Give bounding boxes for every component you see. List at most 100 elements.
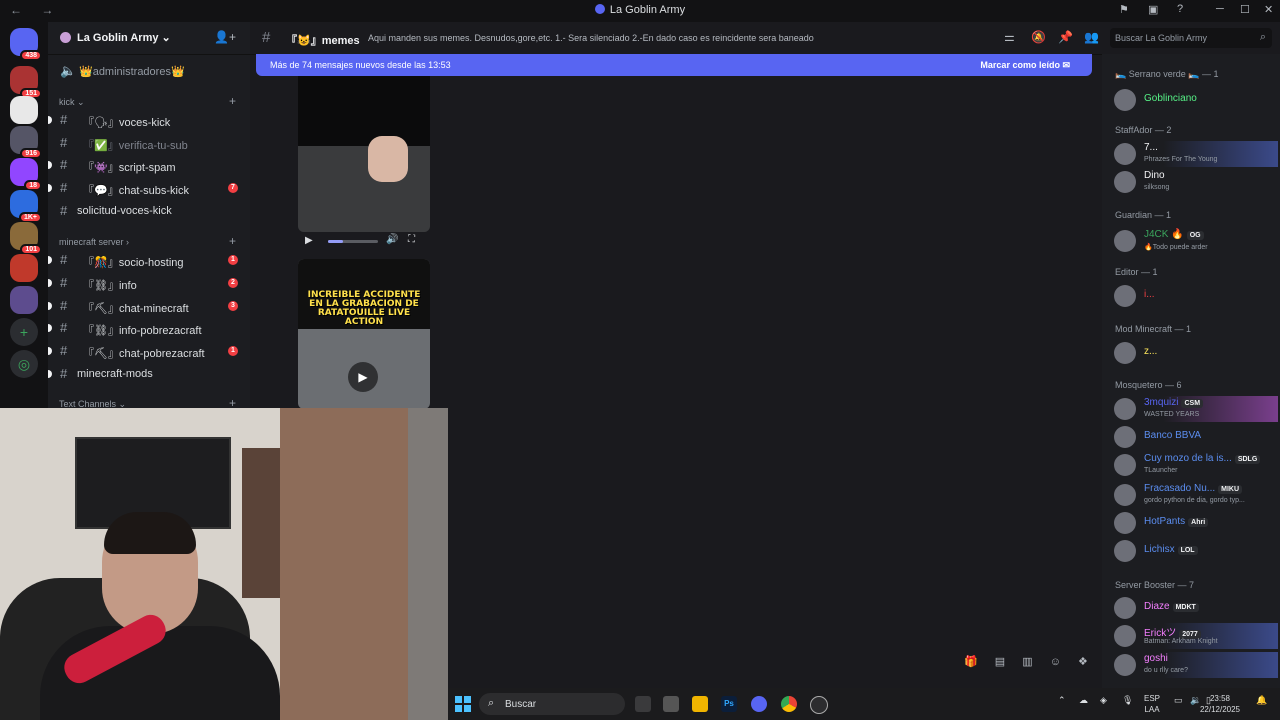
avatar: [1114, 171, 1136, 193]
member-item[interactable]: Banco BBVA: [1114, 424, 1278, 450]
webcam-overlay: [0, 408, 448, 720]
maximize-button[interactable]: ☐: [1240, 3, 1250, 16]
screen-icon[interactable]: ▣: [1148, 3, 1158, 16]
member-item[interactable]: HotPants Ahri: [1114, 510, 1278, 536]
channel-topic[interactable]: Aqui manden sus memes. Desnudos,gore,etc…: [368, 33, 814, 43]
member-list-icon[interactable]: 👥: [1084, 30, 1099, 44]
windows-start-icon[interactable]: [455, 696, 471, 712]
channel-item[interactable]: # 『⛓』info-pobrezacraft: [48, 318, 250, 338]
composer-toolbar: 🎁 ▤ ▥ ☺ ❖: [964, 655, 1102, 668]
member-item[interactable]: Diaze MDKT: [1114, 595, 1278, 621]
minimize-button[interactable]: ─: [1216, 3, 1224, 15]
unread-indicator: [48, 256, 52, 264]
discover-icon[interactable]: ◎: [10, 350, 38, 378]
sticker-icon[interactable]: ▥: [1022, 656, 1032, 668]
play-icon[interactable]: ▶: [305, 235, 313, 246]
help-icon[interactable]: ?: [1177, 3, 1183, 15]
member-name: Fracasado Nu...: [1144, 483, 1216, 494]
server-icon-5[interactable]: 1K+: [10, 190, 42, 223]
server-search-input[interactable]: Buscar La Goblin Army ⌕: [1110, 28, 1272, 48]
discord-icon[interactable]: [751, 696, 767, 712]
channel-header: # 『😺』memes Aqui manden sus memes. Desnud…: [250, 22, 1102, 55]
server-icon-3[interactable]: 916: [10, 126, 42, 159]
video-progress[interactable]: [328, 240, 378, 243]
channel-item[interactable]: # minecraft-mods: [48, 364, 250, 384]
channel-item[interactable]: # 『🎊』socio-hosting 1: [48, 250, 250, 270]
member-item[interactable]: i...: [1114, 283, 1278, 309]
add-member-icon[interactable]: 👤+: [214, 30, 236, 44]
member-item[interactable]: Goblinciano: [1114, 87, 1278, 113]
photoshop-icon[interactable]: Ps: [721, 696, 737, 712]
add-channel-icon[interactable]: +: [229, 94, 236, 108]
inbox-flag-icon[interactable]: ⚑: [1119, 3, 1129, 16]
add-channel-icon[interactable]: +: [229, 396, 236, 408]
channel-item[interactable]: # 『⛏』chat-minecraft 3: [48, 296, 250, 316]
video-attachment[interactable]: [298, 76, 430, 232]
member-item[interactable]: J4CK 🔥 OG 🔥Todo puede arder: [1114, 228, 1278, 254]
cloud-icon[interactable]: ☁: [1079, 695, 1088, 706]
member-item[interactable]: Fracasado Nu... MIKU gordo python de dia, …: [1114, 482, 1278, 508]
member-item[interactable]: Erickツ 2077 Batman: Arkham Knight: [1114, 623, 1278, 649]
avatar: [1114, 398, 1136, 420]
taskbar-search[interactable]: ⌕ Buscar: [479, 693, 625, 715]
member-item[interactable]: Dino silksong: [1114, 169, 1278, 195]
add-server-icon[interactable]: +: [10, 318, 38, 346]
channel-item[interactable]: # 『⛓』info 2: [48, 273, 250, 293]
apps-icon[interactable]: ❖: [1078, 656, 1088, 668]
pin-icon[interactable]: 📌: [1058, 30, 1073, 44]
emoji-icon[interactable]: ☺: [1050, 656, 1061, 668]
channel-item[interactable]: # 『🗣』voces-kick: [48, 110, 250, 130]
file-explorer-icon[interactable]: [692, 696, 708, 712]
mute-bell-icon[interactable]: 🔕: [1031, 30, 1046, 44]
channel-item[interactable]: # solicitud-voces-kick: [48, 201, 250, 221]
add-channel-icon[interactable]: +: [229, 234, 236, 248]
channel-item[interactable]: # 『✅』verifica-tu-sub: [48, 133, 250, 153]
microphone-icon[interactable]: 🎙: [1122, 695, 1133, 706]
close-button[interactable]: ✕: [1264, 3, 1273, 16]
category-text-channels[interactable]: Text Channels ⌄ +: [59, 396, 236, 408]
mark-as-read-button[interactable]: Marcar como leído ✉: [980, 60, 1070, 71]
gift-icon[interactable]: 🎁: [964, 656, 978, 668]
server-icon-2[interactable]: [10, 96, 38, 124]
member-item[interactable]: z...: [1114, 340, 1278, 366]
notification-icon[interactable]: 🔔: [1256, 695, 1267, 706]
channel-item[interactable]: # 『💬』chat-subs-kick 7: [48, 178, 250, 198]
server-icon-4[interactable]: 18: [10, 158, 42, 191]
member-status: silksong: [1144, 184, 1170, 191]
network-icon[interactable]: ▭: [1174, 695, 1183, 706]
channel-item[interactable]: # 『⛏』chat-pobrezacraft 1: [48, 341, 250, 361]
server-icon-6[interactable]: 101: [10, 222, 42, 255]
server-icon-1[interactable]: 151: [10, 66, 42, 99]
shield-icon[interactable]: ◈: [1100, 695, 1107, 706]
category-kick[interactable]: kick ⌄ +: [59, 94, 236, 108]
task-view-icon[interactable]: [635, 696, 651, 712]
chrome-icon[interactable]: [781, 696, 797, 712]
video-attachment-2[interactable]: INCREIBLE ACCIDENTE EN LA GRABACION DE R…: [298, 259, 430, 409]
app-icon[interactable]: [663, 696, 679, 712]
member-item[interactable]: Lichisx LOL: [1114, 538, 1278, 564]
guild-header[interactable]: La Goblin Army ⌄ 👤+: [48, 22, 250, 55]
volume-icon[interactable]: 🔊: [386, 234, 398, 245]
direct-messages-button[interactable]: 438: [10, 28, 42, 61]
member-name: z...: [1144, 346, 1158, 357]
channel-item[interactable]: # 『👾』script-spam: [48, 155, 250, 175]
fullscreen-icon[interactable]: ⛶: [408, 234, 415, 245]
tray-chevron-icon[interactable]: ⌃: [1058, 695, 1066, 706]
app-icon-2[interactable]: [810, 696, 828, 714]
server-icon-7[interactable]: [10, 254, 38, 282]
input-language[interactable]: ESP LAA: [1144, 693, 1160, 715]
new-messages-banner[interactable]: Más de 74 mensajes nuevos desde las 13:5…: [256, 54, 1092, 76]
system-clock[interactable]: 23:58 22/12/2025: [1200, 693, 1240, 715]
member-list: 🛌 Serrano verde 🛌 — 1 Goblinciano StaffAdo…: [1102, 54, 1280, 698]
member-item[interactable]: Cuy mozo de la is... SDLG TLauncher: [1114, 452, 1278, 478]
member-name: Cuy mozo de la is...: [1144, 453, 1232, 464]
server-icon-8[interactable]: [10, 286, 38, 314]
category-minecraft-server[interactable]: minecraft server › +: [59, 234, 236, 248]
member-item[interactable]: goshi do u rlly care?: [1114, 652, 1278, 678]
channel-voice-admin[interactable]: 🔈 👑administradores👑: [48, 61, 250, 81]
member-item[interactable]: 3mquizi CSM WASTED YEARS: [1114, 396, 1278, 422]
member-item[interactable]: 7... Phrazes For The Young: [1114, 141, 1278, 167]
play-icon[interactable]: ▶: [348, 362, 378, 392]
threads-icon[interactable]: ⚌: [1004, 30, 1015, 44]
gif-icon[interactable]: ▤: [995, 656, 1005, 668]
